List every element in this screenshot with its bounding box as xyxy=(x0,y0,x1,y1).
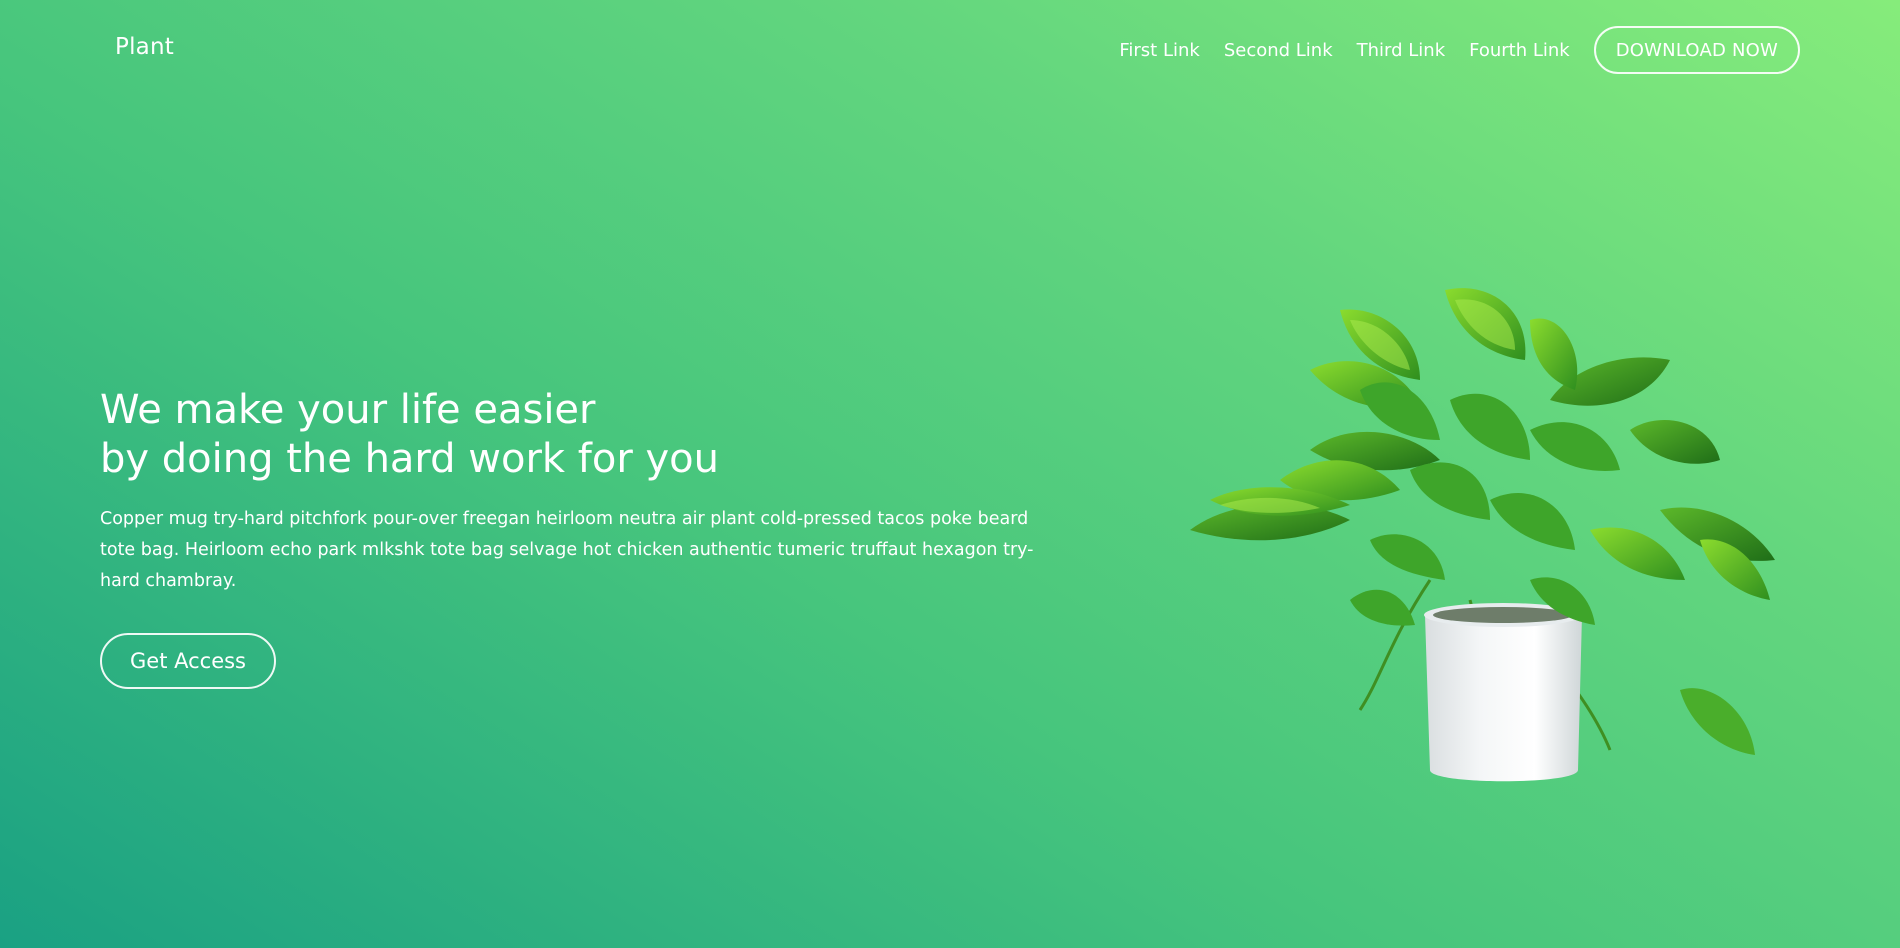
download-now-button[interactable]: DOWNLOAD NOW xyxy=(1593,26,1800,74)
nav-link-fourth[interactable]: Fourth Link xyxy=(1469,40,1570,61)
site-header: Plant First Link Second Link Third Link … xyxy=(0,0,1900,100)
main-nav: First Link Second Link Third Link Fourth… xyxy=(1119,24,1800,76)
hero-description: Copper mug try-hard pitchfork pour-over … xyxy=(100,509,1034,591)
hero-section: We make your life easier by doing the ha… xyxy=(100,386,1080,689)
nav-link-third[interactable]: Third Link xyxy=(1357,40,1446,61)
hero-title-line-2: by doing the hard work for you xyxy=(100,436,720,482)
nav-link-first[interactable]: First Link xyxy=(1119,40,1199,61)
hero-title-line-1: We make your life easier xyxy=(100,387,596,433)
hero-title: We make your life easier by doing the ha… xyxy=(100,386,1080,484)
get-access-button[interactable]: Get Access xyxy=(100,633,276,689)
plant-image xyxy=(1190,288,1775,782)
brand-logo[interactable]: Plant xyxy=(115,34,174,60)
nav-link-second[interactable]: Second Link xyxy=(1224,40,1333,61)
